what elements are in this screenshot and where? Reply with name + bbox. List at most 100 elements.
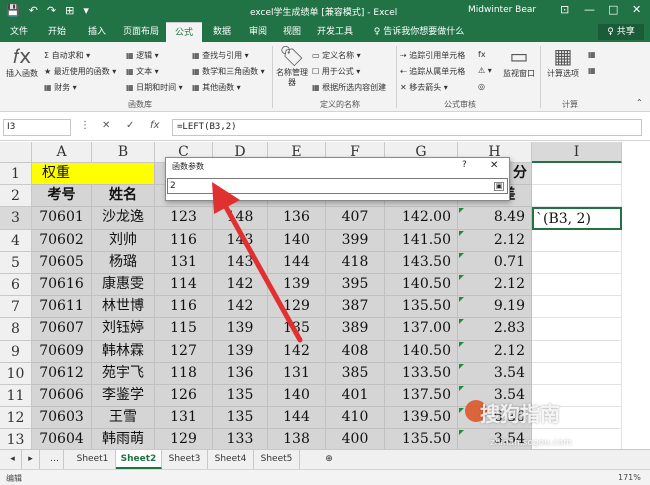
logical-button[interactable]: ▦ 逻辑 ▾ (126, 50, 159, 61)
cell[interactable] (532, 362, 622, 385)
row-header[interactable]: 11 (0, 385, 32, 408)
save-icon[interactable]: 💾 (6, 4, 20, 17)
table-cell[interactable]: 林世博 (92, 296, 155, 319)
column-header[interactable]: I (532, 142, 622, 163)
cell[interactable] (532, 185, 622, 208)
table-cell[interactable]: 139.50 (385, 407, 458, 430)
table-cell[interactable]: 395 (326, 274, 385, 297)
table-cell[interactable]: 140.50 (385, 274, 458, 297)
table-cell[interactable]: 127 (155, 340, 213, 363)
table-cell[interactable]: 116 (155, 229, 213, 252)
table-cell[interactable]: 410 (326, 407, 385, 430)
row-header[interactable]: 3 (0, 207, 32, 230)
table-cell[interactable]: 126 (155, 385, 213, 408)
tab-developer[interactable]: 开发工具 (312, 22, 358, 42)
row-header[interactable]: 9 (0, 340, 32, 363)
row-header[interactable]: 4 (0, 229, 32, 252)
touch-mode-icon[interactable]: ⊞ (65, 4, 74, 17)
tab-data[interactable]: 数据 (206, 22, 238, 42)
enter-icon[interactable]: ✓ (126, 120, 134, 131)
table-cell[interactable]: 143 (213, 229, 268, 252)
table-cell[interactable]: 70612 (32, 362, 92, 385)
define-name-button[interactable]: ▭ 定义名称 ▾ (312, 50, 361, 61)
tab-insert[interactable]: 插入 (80, 22, 114, 42)
table-cell[interactable]: 70606 (32, 385, 92, 408)
maximize-button[interactable]: □ (608, 3, 618, 16)
table-cell[interactable]: 70609 (32, 340, 92, 363)
row-header[interactable]: 10 (0, 362, 32, 385)
sheet-tab-4[interactable]: Sheet4 (208, 450, 254, 469)
select-all-corner[interactable] (0, 142, 32, 163)
table-cell[interactable]: 140.50 (385, 340, 458, 363)
create-from-selection-button[interactable]: ▦ 根据所选内容创建 (312, 82, 386, 93)
table-cell[interactable]: 131 (155, 251, 213, 274)
row-header[interactable]: 12 (0, 407, 32, 430)
table-cell[interactable]: 116 (155, 296, 213, 319)
table-cell[interactable]: 70605 (32, 251, 92, 274)
table-cell[interactable]: 137.50 (385, 385, 458, 408)
table-cell[interactable]: 70602 (32, 229, 92, 252)
table-cell[interactable]: 115 (155, 318, 213, 341)
table-cell[interactable]: 129 (155, 429, 213, 449)
more-functions-button[interactable]: ▦ 其他函数 ▾ (192, 82, 241, 93)
table-cell[interactable]: 刘钰婷 (92, 318, 155, 341)
weight-label-cell[interactable]: 权重 (32, 163, 155, 186)
table-cell[interactable]: 118 (155, 362, 213, 385)
table-cell[interactable]: 131 (268, 362, 326, 385)
cell[interactable] (532, 229, 622, 252)
tab-page-layout[interactable]: 页面布局 (118, 22, 164, 42)
tab-review[interactable]: 审阅 (242, 22, 274, 42)
ribbon-display-icon[interactable]: ⊡ (560, 3, 569, 16)
table-cell[interactable]: 387 (326, 296, 385, 319)
table-cell[interactable]: 苑宇飞 (92, 362, 155, 385)
table-cell[interactable]: 142.00 (385, 207, 458, 230)
table-cell[interactable]: 140 (268, 229, 326, 252)
table-cell[interactable]: 142 (268, 340, 326, 363)
name-manager-button[interactable]: 🏷 名称管理器 (276, 44, 308, 88)
table-cell[interactable]: 70601 (32, 207, 92, 230)
table-cell[interactable]: 136 (213, 362, 268, 385)
cell[interactable] (532, 296, 622, 319)
table-cell[interactable]: 137.00 (385, 318, 458, 341)
table-cell[interactable]: 刘帅 (92, 229, 155, 252)
table-cell[interactable]: 123 (155, 207, 213, 230)
column-header[interactable]: A (32, 142, 92, 163)
close-button[interactable]: ✕ (632, 3, 641, 16)
table-cell[interactable]: 139 (213, 318, 268, 341)
name-box[interactable]: I3 (3, 119, 71, 136)
table-cell[interactable]: 70616 (32, 274, 92, 297)
table-cell[interactable]: 400 (326, 429, 385, 449)
table-cell[interactable]: 135 (213, 407, 268, 430)
cell[interactable] (532, 163, 622, 186)
table-cell[interactable]: 136 (268, 207, 326, 230)
undo-icon[interactable]: ↶ (29, 4, 38, 17)
date-time-button[interactable]: ▦ 日期和时间 ▾ (126, 82, 183, 93)
watch-window-button[interactable]: ▭ 监视窗口 (500, 44, 538, 79)
table-cell[interactable]: 133 (213, 429, 268, 449)
table-cell[interactable]: 407 (326, 207, 385, 230)
table-cell[interactable]: 142 (213, 296, 268, 319)
table-cell[interactable]: 141.50 (385, 229, 458, 252)
tab-view[interactable]: 视图 (276, 22, 308, 42)
table-cell[interactable]: 408 (326, 340, 385, 363)
insert-function-button[interactable]: 𝑓x 插入函数 (4, 44, 40, 79)
redo-icon[interactable]: ↷ (47, 4, 56, 17)
column-title-cell[interactable]: 考号 (32, 185, 92, 208)
table-cell[interactable]: 144 (268, 407, 326, 430)
share-button[interactable]: ♀ 共享 (598, 24, 644, 40)
table-cell[interactable]: 133.50 (385, 362, 458, 385)
table-cell[interactable]: 389 (326, 318, 385, 341)
user-name[interactable]: Midwinter Bear (468, 5, 536, 15)
show-formulas-icon[interactable]: fx (478, 50, 486, 59)
trace-precedents-button[interactable]: ⇢ 追踪引用单元格 (400, 50, 465, 61)
scroll-right-icon[interactable]: ▸ (22, 450, 40, 469)
table-cell[interactable]: 401 (326, 385, 385, 408)
table-cell[interactable]: 135 (268, 318, 326, 341)
use-in-formula-button[interactable]: ☐ 用于公式 ▾ (312, 66, 360, 77)
table-cell[interactable]: 143.50 (385, 251, 458, 274)
table-cell[interactable]: 135.50 (385, 429, 458, 449)
table-cell[interactable]: 70607 (32, 318, 92, 341)
cell[interactable] (532, 274, 622, 297)
row-header[interactable]: 13 (0, 429, 32, 449)
scroll-left-icon[interactable]: ◂ (4, 450, 22, 469)
